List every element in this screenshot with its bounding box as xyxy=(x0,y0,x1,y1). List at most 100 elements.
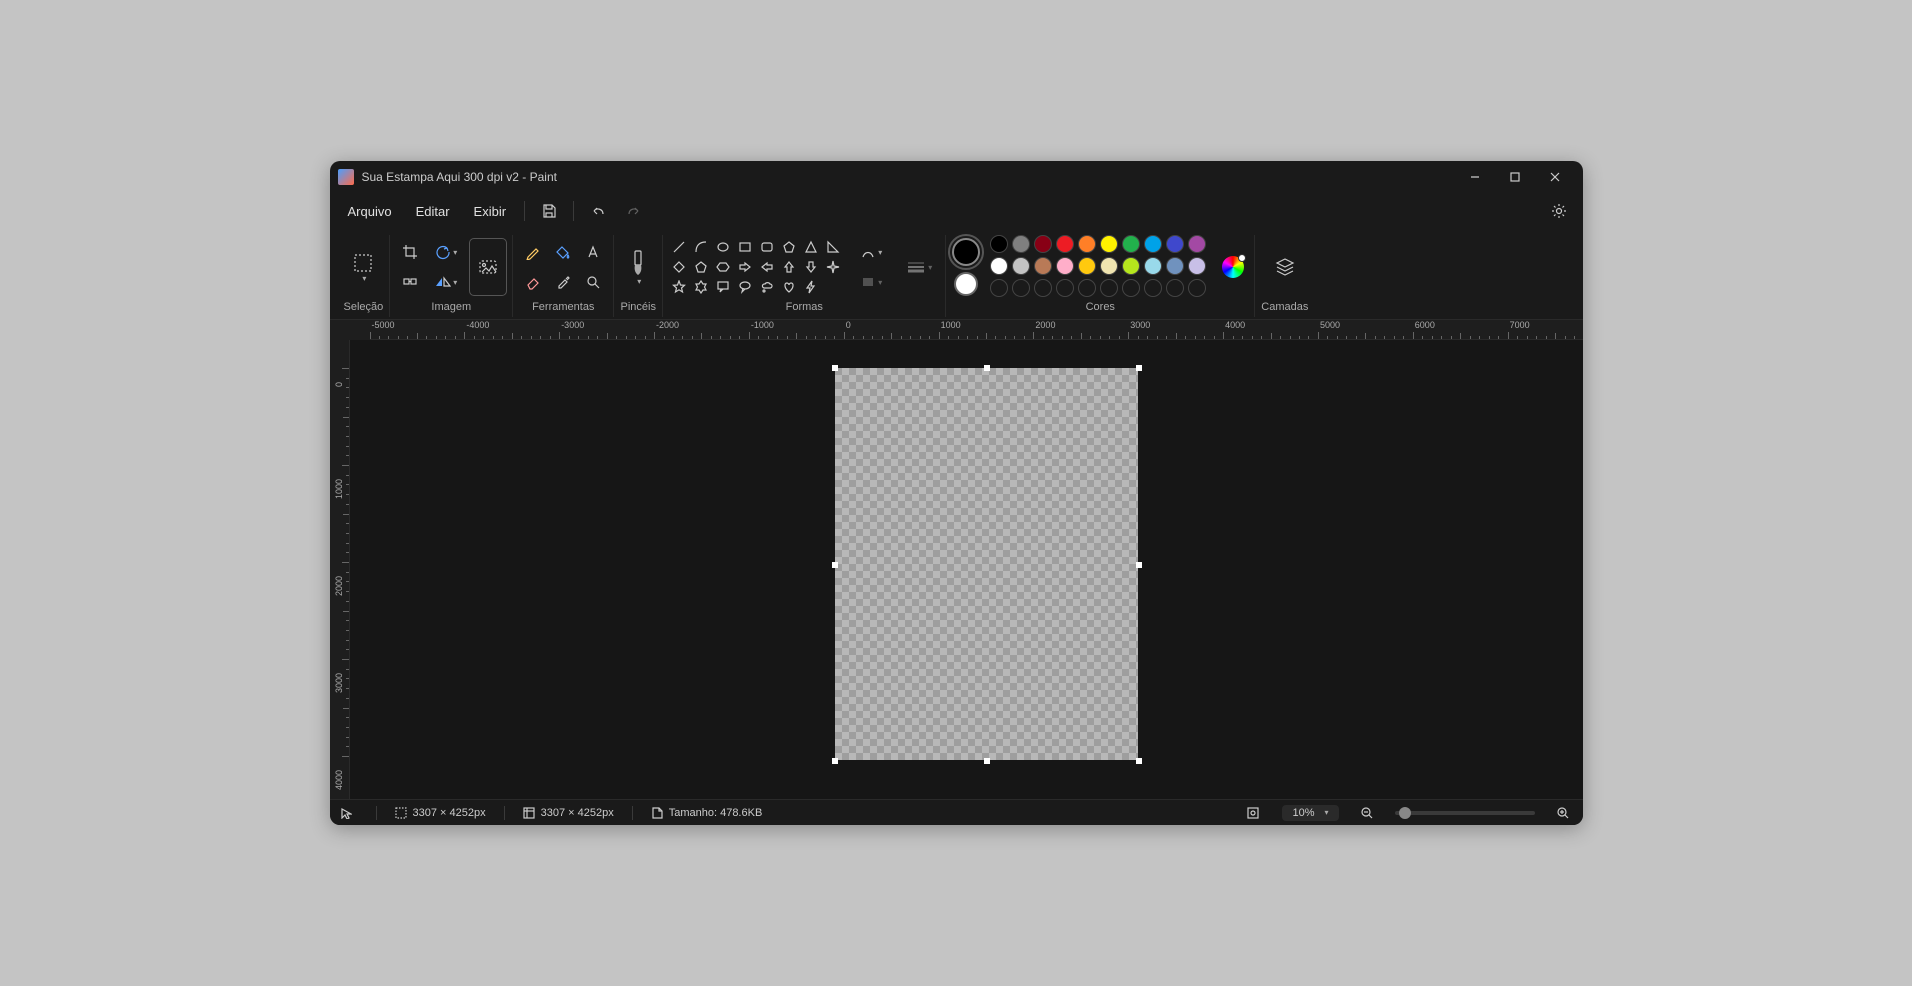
color-swatch[interactable] xyxy=(1078,257,1096,275)
color-swatch-empty[interactable] xyxy=(1144,279,1162,297)
undo-button[interactable] xyxy=(582,195,614,227)
zoom-out-button[interactable] xyxy=(1357,803,1377,823)
flip-tool[interactable]: ▾ xyxy=(426,268,466,296)
layers-button[interactable] xyxy=(1267,239,1303,295)
close-button[interactable] xyxy=(1535,163,1575,191)
canvas-viewport[interactable] xyxy=(350,340,1583,799)
menu-file[interactable]: Arquivo xyxy=(338,200,402,223)
resize-handle-n[interactable] xyxy=(984,365,990,371)
color-swatch-empty[interactable] xyxy=(1012,279,1030,297)
fill-tool[interactable] xyxy=(549,238,577,266)
color-2[interactable] xyxy=(954,272,978,296)
menu-edit[interactable]: Editar xyxy=(406,200,460,223)
shape-pentagon[interactable] xyxy=(691,258,711,276)
color-swatch[interactable] xyxy=(1166,235,1184,253)
crop-tool[interactable] xyxy=(396,238,424,266)
color-swatch[interactable] xyxy=(1188,235,1206,253)
color-swatch[interactable] xyxy=(1034,257,1052,275)
shape-curve[interactable] xyxy=(691,238,711,256)
shape-polygon[interactable] xyxy=(779,238,799,256)
canvas[interactable] xyxy=(835,368,1138,760)
menu-view[interactable]: Exibir xyxy=(464,200,517,223)
resize-handle-sw[interactable] xyxy=(832,758,838,764)
color-swatch[interactable] xyxy=(1122,235,1140,253)
shape-diamond[interactable] xyxy=(669,258,689,276)
color-swatch[interactable] xyxy=(1144,235,1162,253)
magnifier-tool[interactable] xyxy=(579,268,607,296)
image-generate-tool[interactable] xyxy=(470,239,506,295)
shape-star5[interactable] xyxy=(669,278,689,296)
shape-oval[interactable] xyxy=(713,238,733,256)
color-swatch[interactable] xyxy=(1056,235,1074,253)
color-swatch[interactable] xyxy=(990,257,1008,275)
settings-button[interactable] xyxy=(1543,195,1575,227)
color-swatch[interactable] xyxy=(1012,257,1030,275)
resize-handle-w[interactable] xyxy=(832,562,838,568)
color-swatch-empty[interactable] xyxy=(1078,279,1096,297)
shape-callout-cloud[interactable] xyxy=(757,278,777,296)
shape-callout-rect[interactable] xyxy=(713,278,733,296)
brush-tool[interactable]: ▾ xyxy=(620,239,656,295)
color-swatch[interactable] xyxy=(1188,257,1206,275)
shape-arrow-down[interactable] xyxy=(801,258,821,276)
resize-handle-ne[interactable] xyxy=(1136,365,1142,371)
color-swatch-empty[interactable] xyxy=(1100,279,1118,297)
color-swatch-empty[interactable] xyxy=(1056,279,1074,297)
zoom-dropdown[interactable]: 10% ▾ xyxy=(1282,805,1338,821)
color-swatch[interactable] xyxy=(1012,235,1030,253)
color-swatch[interactable] xyxy=(1100,257,1118,275)
color-swatch[interactable] xyxy=(1144,257,1162,275)
save-button[interactable] xyxy=(533,195,565,227)
shape-star4[interactable] xyxy=(823,258,843,276)
shape-callout-oval[interactable] xyxy=(735,278,755,296)
app-icon xyxy=(338,169,354,185)
shape-line[interactable] xyxy=(669,238,689,256)
minimize-button[interactable] xyxy=(1455,163,1495,191)
edit-colors-button[interactable] xyxy=(1218,252,1248,282)
color-swatch[interactable] xyxy=(1034,235,1052,253)
shape-roundrect[interactable] xyxy=(757,238,777,256)
color-1[interactable] xyxy=(952,238,980,266)
stroke-width-dropdown[interactable]: ▾ xyxy=(899,253,939,281)
zoom-slider[interactable] xyxy=(1395,811,1535,815)
resize-tool[interactable] xyxy=(396,268,424,296)
shape-triangle[interactable] xyxy=(801,238,821,256)
color-swatch[interactable] xyxy=(1100,235,1118,253)
eraser-tool[interactable] xyxy=(519,268,547,296)
select-tool[interactable]: ▾ xyxy=(345,239,381,295)
color-swatch[interactable] xyxy=(1166,257,1184,275)
color-swatch-empty[interactable] xyxy=(1122,279,1140,297)
shape-arrow-right[interactable] xyxy=(735,258,755,276)
text-tool[interactable] xyxy=(579,238,607,266)
shape-arrow-left[interactable] xyxy=(757,258,777,276)
shape-fill-dropdown[interactable]: ▾ xyxy=(851,268,891,296)
color-swatch[interactable] xyxy=(1056,257,1074,275)
resize-handle-nw[interactable] xyxy=(832,365,838,371)
color-picker-tool[interactable] xyxy=(549,268,577,296)
color-swatch-empty[interactable] xyxy=(1166,279,1184,297)
color-swatch-empty[interactable] xyxy=(1034,279,1052,297)
color-swatch[interactable] xyxy=(1122,257,1140,275)
shape-arrow-up[interactable] xyxy=(779,258,799,276)
zoom-in-button[interactable] xyxy=(1553,803,1573,823)
shape-right-triangle[interactable] xyxy=(823,238,843,256)
rotate-tool[interactable]: ▾ xyxy=(426,238,466,266)
maximize-button[interactable] xyxy=(1495,163,1535,191)
color-swatch[interactable] xyxy=(1078,235,1096,253)
shape-outline-dropdown[interactable]: ▾ xyxy=(851,238,891,266)
color-swatch-empty[interactable] xyxy=(1188,279,1206,297)
shape-star6[interactable] xyxy=(691,278,711,296)
fit-to-window-button[interactable] xyxy=(1242,802,1264,824)
shape-hexagon[interactable] xyxy=(713,258,733,276)
resize-handle-e[interactable] xyxy=(1136,562,1142,568)
zoom-slider-thumb[interactable] xyxy=(1399,807,1411,819)
shape-lightning[interactable] xyxy=(801,278,821,296)
resize-handle-se[interactable] xyxy=(1136,758,1142,764)
color-swatch[interactable] xyxy=(990,235,1008,253)
color-swatch-empty[interactable] xyxy=(990,279,1008,297)
resize-handle-s[interactable] xyxy=(984,758,990,764)
pencil-tool[interactable] xyxy=(519,238,547,266)
redo-button[interactable] xyxy=(618,195,650,227)
shape-rect[interactable] xyxy=(735,238,755,256)
shape-heart[interactable] xyxy=(779,278,799,296)
